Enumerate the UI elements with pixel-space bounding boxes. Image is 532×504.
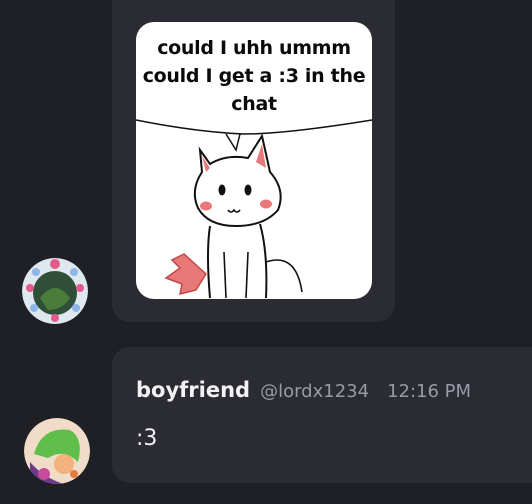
caption-line-1: could I uhh ummm [157, 37, 351, 59]
timestamp: 12:16 PM [387, 381, 472, 402]
avatar-icon [22, 258, 88, 324]
second-sender-avatar[interactable] [24, 418, 90, 484]
meme-image[interactable]: could I uhh ummm could I get a :3 in the… [136, 22, 372, 299]
first-sender-avatar[interactable] [22, 258, 88, 324]
message-text: :3 [136, 426, 158, 451]
text-message-bubble [112, 347, 532, 483]
message-header: boyfriend @lordx1234 12:16 PM [136, 378, 471, 402]
meme-caption: could I uhh ummm could I get a :3 in the… [136, 34, 372, 118]
avatar-icon [24, 418, 90, 484]
caption-line-3: chat [231, 93, 277, 115]
username[interactable]: boyfriend [136, 378, 250, 402]
user-handle: @lordx1234 [260, 381, 370, 402]
caption-line-2: could I get a :3 in the [142, 65, 366, 87]
